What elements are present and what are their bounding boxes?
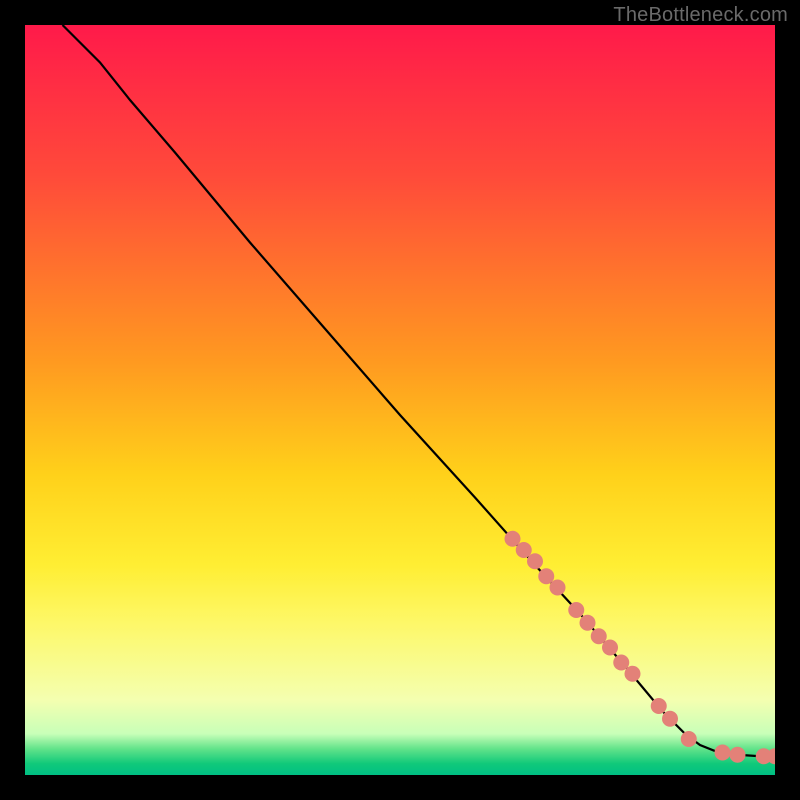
gradient-background bbox=[25, 25, 775, 775]
highlight-dot bbox=[602, 640, 618, 656]
chart-canvas bbox=[25, 25, 775, 775]
highlight-dot bbox=[527, 553, 543, 569]
highlight-dot bbox=[651, 698, 667, 714]
highlight-dot bbox=[550, 580, 566, 596]
plot-area bbox=[25, 25, 775, 775]
highlight-dot bbox=[568, 602, 584, 618]
highlight-dot bbox=[730, 747, 746, 763]
chart-frame: TheBottleneck.com bbox=[0, 0, 800, 800]
highlight-dot bbox=[580, 615, 596, 631]
highlight-dot bbox=[625, 666, 641, 682]
highlight-dot bbox=[681, 731, 697, 747]
watermark-text: TheBottleneck.com bbox=[613, 4, 788, 27]
highlight-dot bbox=[715, 745, 731, 761]
highlight-dot bbox=[662, 711, 678, 727]
